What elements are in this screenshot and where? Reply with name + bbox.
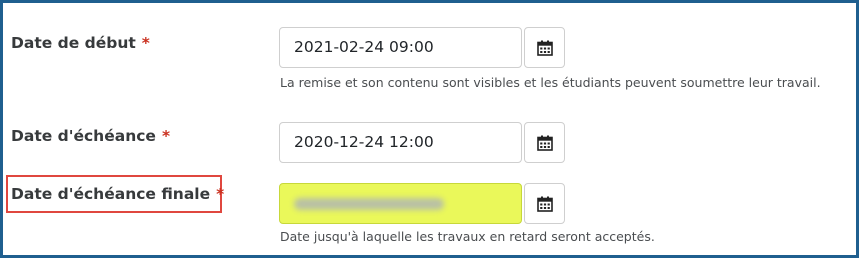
start-date-value: 2021-02-24 09:00: [294, 38, 434, 56]
due-date-input[interactable]: 2020-12-24 12:00: [279, 122, 522, 163]
start-date-input[interactable]: 2021-02-24 09:00: [279, 27, 522, 68]
final-due-date-label-text: Date d'échéance finale: [11, 185, 211, 203]
form-frame: Date de début * 2021-02-24 09:00 La remis…: [0, 0, 859, 258]
required-marker: *: [216, 185, 225, 203]
start-date-label-text: Date de début: [11, 34, 136, 52]
start-date-label: Date de début *: [11, 33, 150, 53]
due-date-calendar-button[interactable]: [524, 122, 565, 163]
due-date-label-text: Date d'échéance: [11, 127, 156, 145]
required-marker: *: [141, 34, 150, 52]
due-date-label: Date d'échéance *: [11, 126, 170, 146]
required-marker: *: [161, 127, 171, 145]
final-due-date-input[interactable]: [279, 183, 522, 224]
final-due-date-label: Date d'échéance finale *: [11, 184, 224, 204]
start-date-calendar-button[interactable]: [524, 27, 565, 68]
calendar-icon: [537, 40, 553, 56]
calendar-icon: [537, 135, 553, 151]
due-date-value: 2020-12-24 12:00: [294, 133, 434, 151]
calendar-icon: [537, 196, 553, 212]
final-due-date-help: Date jusqu'à laquelle les travaux en ret…: [280, 229, 655, 244]
final-due-date-calendar-button[interactable]: [524, 183, 565, 224]
start-date-help: La remise et son contenu sont visibles e…: [280, 75, 821, 90]
obscured-value: [294, 198, 444, 210]
